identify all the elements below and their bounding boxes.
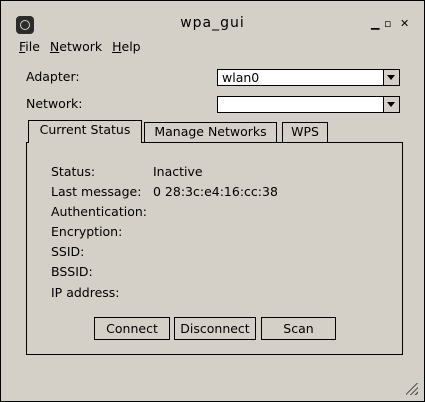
menu-network-label: etwork (59, 39, 103, 54)
network-select[interactable] (217, 96, 400, 113)
tab-current-status[interactable]: Current Status (28, 120, 142, 143)
menu-help[interactable]: Help (112, 39, 141, 54)
encryption-label: Encryption: (51, 224, 123, 239)
maximize-button[interactable]: ▫ (384, 18, 391, 29)
authentication-label: Authentication: (51, 204, 147, 219)
adapter-select[interactable]: wlan0 (217, 69, 400, 86)
chevron-down-icon[interactable] (383, 70, 399, 85)
main-window: wpa_gui ▁ ▫ ✕ File Network Help Adapter:… (0, 0, 425, 402)
menu-network-mnemonic: N (49, 39, 60, 54)
menu-help-label: elp (121, 39, 141, 54)
disconnect-button[interactable]: Disconnect (174, 317, 256, 340)
adapter-label: Adapter: (26, 69, 80, 84)
status-value: Inactive (153, 164, 203, 179)
menu-network[interactable]: Network (50, 39, 102, 54)
last-message-label: Last message: (51, 184, 142, 199)
scan-button[interactable]: Scan (261, 317, 336, 340)
last-message-value: 0 28:3c:e4:16:cc:38 (153, 184, 278, 199)
title-bar[interactable]: wpa_gui ▁ ▫ ✕ (1, 1, 424, 37)
network-label: Network: (26, 96, 83, 111)
minimize-button[interactable]: ▁ (371, 18, 379, 29)
chevron-down-icon[interactable] (383, 97, 399, 112)
connect-button[interactable]: Connect (94, 317, 170, 340)
menu-help-mnemonic: H (112, 39, 122, 54)
ip-address-label: IP address: (51, 285, 120, 300)
menu-file-label: ile (25, 39, 40, 54)
bssid-label: BSSID: (51, 264, 93, 279)
ssid-label: SSID: (51, 244, 85, 259)
tab-manage-networks[interactable]: Manage Networks (144, 122, 277, 142)
resize-grip-icon[interactable] (406, 383, 418, 395)
menu-bar: File Network Help (19, 39, 147, 57)
menu-file[interactable]: File (19, 39, 40, 54)
tab-wps[interactable]: WPS (282, 122, 328, 142)
close-button[interactable]: ✕ (400, 18, 409, 29)
status-label: Status: (51, 164, 96, 179)
adapter-select-value: wlan0 (222, 70, 260, 85)
window-title: wpa_gui (180, 15, 245, 31)
